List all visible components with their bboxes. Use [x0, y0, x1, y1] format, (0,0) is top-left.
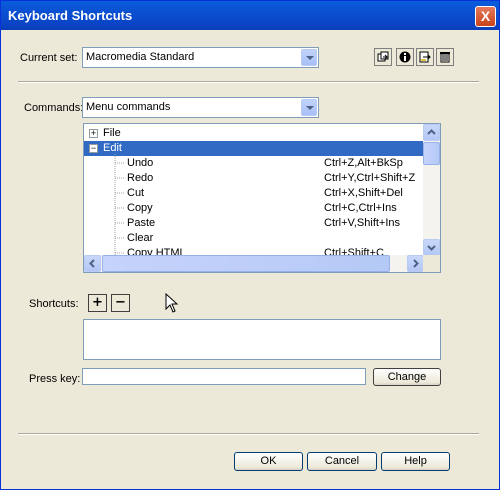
- commands-value: Menu commands: [86, 101, 171, 113]
- separator: [18, 81, 479, 83]
- add-shortcut-button[interactable]: +: [88, 294, 107, 312]
- keyboard-shortcuts-dialog: Keyboard Shortcuts X Current set: Macrom…: [0, 0, 500, 490]
- separator: [18, 433, 479, 435]
- minus-icon: −: [115, 295, 126, 310]
- duplicate-set-button[interactable]: [374, 48, 392, 66]
- rename-set-button[interactable]: [396, 48, 414, 66]
- chevron-left-icon: [89, 259, 95, 268]
- ok-button[interactable]: OK: [234, 452, 303, 471]
- vertical-scroll-thumb[interactable]: [423, 142, 440, 165]
- cancel-button[interactable]: Cancel: [307, 452, 377, 471]
- scroll-corner: [423, 255, 440, 272]
- scroll-left-button[interactable]: [84, 255, 101, 272]
- trash-icon: [440, 52, 450, 63]
- press-key-label: Press key:: [29, 373, 81, 385]
- chevron-down-icon[interactable]: [301, 99, 317, 116]
- current-set-label: Current set:: [20, 52, 78, 64]
- horizontal-scrollbar[interactable]: [84, 255, 424, 272]
- vertical-scrollbar[interactable]: [423, 124, 440, 256]
- remove-shortcut-button[interactable]: −: [111, 294, 130, 312]
- scroll-up-button[interactable]: [423, 124, 440, 141]
- horizontal-scroll-thumb[interactable]: [102, 255, 390, 272]
- press-key-input[interactable]: [82, 368, 366, 385]
- chevron-down-icon: [427, 245, 436, 251]
- close-button[interactable]: X: [475, 6, 496, 27]
- mouse-pointer-icon: [165, 293, 179, 313]
- close-icon: X: [480, 8, 491, 24]
- current-set-select[interactable]: Macromedia Standard: [82, 47, 319, 68]
- shortcuts-list[interactable]: [83, 319, 441, 360]
- delete-set-button[interactable]: [436, 48, 454, 66]
- commands-tree[interactable]: + File − Edit Undo Ctrl+Z,Alt+BkSp Redo …: [83, 123, 441, 273]
- export-icon: [419, 51, 431, 63]
- title-bar[interactable]: Keyboard Shortcuts X: [1, 1, 499, 30]
- commands-select[interactable]: Menu commands: [82, 97, 319, 118]
- chevron-up-icon: [427, 129, 436, 135]
- scroll-right-button[interactable]: [407, 255, 424, 272]
- chevron-down-icon[interactable]: [301, 49, 317, 66]
- help-button[interactable]: Help: [381, 452, 450, 471]
- plus-icon: +: [92, 295, 103, 310]
- change-button[interactable]: Change: [373, 368, 441, 386]
- info-icon: [399, 51, 411, 63]
- duplicate-set-icon: [377, 51, 389, 62]
- current-set-value: Macromedia Standard: [86, 51, 195, 63]
- commands-label: Commands:: [24, 102, 84, 114]
- tree-lines: [114, 154, 125, 259]
- export-set-button[interactable]: [416, 48, 434, 66]
- scroll-down-button[interactable]: [423, 239, 440, 256]
- window-title: Keyboard Shortcuts: [8, 8, 133, 23]
- chevron-right-icon: [413, 259, 419, 268]
- shortcuts-label: Shortcuts:: [29, 298, 79, 310]
